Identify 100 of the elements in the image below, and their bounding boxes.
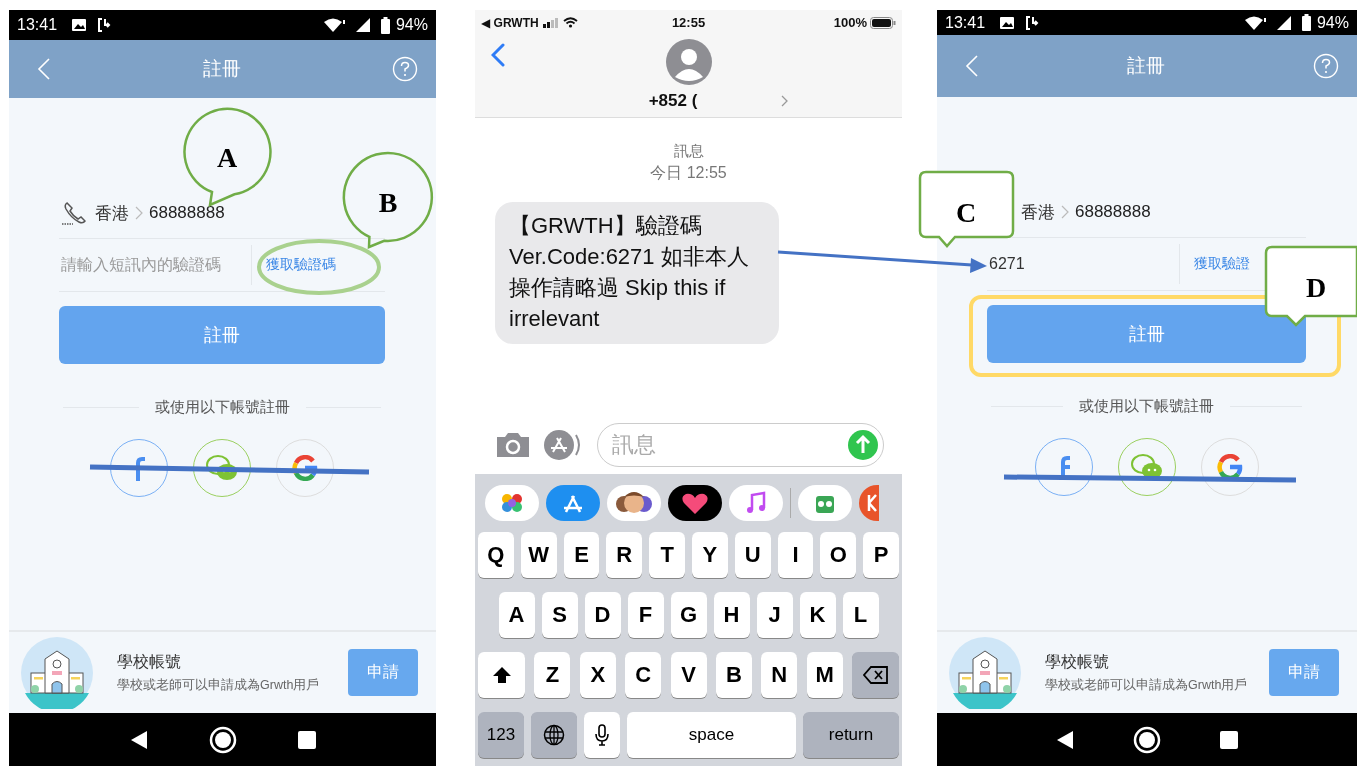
- battery-icon: [870, 16, 896, 29]
- keyboard-key[interactable]: S: [541, 592, 578, 638]
- phone-number: 68888888: [1075, 202, 1151, 222]
- callout-label: A: [216, 142, 238, 173]
- keyboard-key[interactable]: Z: [534, 652, 571, 698]
- callout-label: C: [955, 197, 977, 228]
- send-icon[interactable]: [848, 430, 878, 460]
- back-icon[interactable]: [129, 729, 148, 750]
- keyboard-key[interactable]: P: [863, 532, 899, 578]
- keyboard-key[interactable]: [584, 712, 620, 758]
- message-field[interactable]: 訊息: [597, 423, 884, 467]
- thread-label: 訊息: [673, 142, 704, 161]
- region-selector[interactable]: 香港: [1021, 200, 1055, 224]
- square-icon[interactable]: [1219, 730, 1238, 749]
- globe-icon: [543, 724, 565, 746]
- keyboard-key[interactable]: [852, 652, 899, 698]
- bracket-icon: [97, 17, 112, 33]
- keyboard-key[interactable]: Y: [692, 532, 728, 578]
- keyboard-key[interactable]: G: [670, 592, 707, 638]
- keyboard-key[interactable]: X: [579, 652, 616, 698]
- school-title: 學校帳號: [1045, 651, 1110, 672]
- chevron-icon: [1061, 205, 1069, 219]
- alt-login-text: 或使用以下帳號註冊: [1079, 397, 1214, 416]
- battery-level: 100%: [833, 15, 867, 30]
- microphone-icon: [595, 724, 609, 746]
- keyboard-key[interactable]: [478, 652, 525, 698]
- get-code-link[interactable]: 獲取驗證: [1194, 255, 1250, 273]
- help-icon[interactable]: [392, 56, 418, 82]
- battery-level: 94%: [395, 16, 428, 34]
- wifi-icon: [562, 17, 578, 28]
- google-icon: [1216, 454, 1243, 480]
- shift-icon: [491, 666, 512, 684]
- avatar-icon[interactable]: [665, 39, 712, 85]
- phone-number: 68888888: [149, 203, 225, 223]
- status-time: 13:41: [945, 13, 986, 32]
- signal-icon: [354, 17, 371, 33]
- keyboard-key[interactable]: C: [625, 652, 662, 698]
- get-code-link[interactable]: 獲取驗證碼: [266, 256, 336, 274]
- keyboard-key[interactable]: B: [715, 652, 752, 698]
- alt-login-text: 或使用以下帳號註冊: [154, 398, 290, 417]
- delete-icon: [862, 666, 889, 684]
- keyboard-key[interactable]: H: [713, 592, 750, 638]
- home-icon[interactable]: [1133, 725, 1161, 754]
- keyboard-key[interactable]: O: [820, 532, 857, 578]
- carrier-name: ◀ GRWTH: [481, 15, 539, 30]
- home-icon[interactable]: [208, 725, 237, 754]
- keyboard-key[interactable]: Q: [478, 532, 514, 578]
- keyboard-key[interactable]: A: [498, 592, 535, 638]
- message-bubble: 【GRWTH】驗證碼 Ver.Code:6271 如非本人操作請略過 Skip this if irrelevant: [495, 202, 779, 344]
- callout-label: D: [1305, 272, 1327, 303]
- keyboard-key[interactable]: K: [799, 592, 836, 638]
- keyboard-key[interactable]: space: [627, 712, 796, 758]
- keyboard-key[interactable]: V: [670, 652, 707, 698]
- chevron-icon: [781, 95, 789, 107]
- keyboard-key[interactable]: W: [520, 532, 557, 578]
- google-icon: [292, 455, 318, 481]
- message-timestamp: 今日 12:55: [650, 163, 727, 183]
- screen-title: 註冊: [202, 57, 241, 81]
- square-icon[interactable]: [297, 730, 316, 749]
- chevron-icon: [135, 206, 143, 220]
- battery-level: 94%: [1316, 13, 1349, 32]
- music-note-icon[interactable]: [729, 485, 783, 521]
- keyboard-key[interactable]: N: [761, 652, 798, 698]
- region-selector[interactable]: 香港: [95, 201, 129, 225]
- keyboard-key[interactable]: F: [627, 592, 664, 638]
- status-time: 13:41: [17, 16, 58, 34]
- camera-icon[interactable]: [495, 431, 531, 459]
- keyboard-key[interactable]: 123: [478, 712, 524, 758]
- keyboard-key[interactable]: U: [734, 532, 771, 578]
- app-store-icon[interactable]: [546, 485, 600, 521]
- callout-label: B: [378, 187, 398, 218]
- status-time: 12:55: [671, 15, 706, 30]
- letter-app-icon[interactable]: [859, 485, 879, 521]
- keyboard-key[interactable]: T: [649, 532, 685, 578]
- school-description: 學校或老師可以申請成為Grwth用戶: [117, 676, 321, 694]
- flower-icon[interactable]: [485, 485, 539, 521]
- battery-icon: [1301, 14, 1311, 31]
- keyboard-key[interactable]: D: [584, 592, 621, 638]
- code-field[interactable]: 6271: [987, 255, 1179, 273]
- image-icon: [999, 15, 1016, 30]
- help-icon[interactable]: [1313, 53, 1339, 79]
- keyboard-key[interactable]: L: [842, 592, 879, 638]
- code-field[interactable]: 請輸入短訊內的驗證碼: [59, 256, 251, 274]
- keyboard-key[interactable]: E: [563, 532, 600, 578]
- back-icon[interactable]: [1056, 729, 1075, 750]
- cartoon-people-icon[interactable]: [607, 485, 661, 521]
- keyboard-key[interactable]: R: [606, 532, 643, 578]
- keyboard-key[interactable]: J: [756, 592, 793, 638]
- wifi-icon: [1243, 14, 1266, 31]
- shopping-bag-icon[interactable]: [798, 485, 852, 521]
- bracket-icon: [1025, 14, 1040, 31]
- keyboard-key[interactable]: [531, 712, 577, 758]
- wifi-icon: [322, 17, 345, 33]
- chat-bubbles-icon: [205, 454, 239, 482]
- keyboard-key[interactable]: return: [803, 712, 899, 758]
- screen-title: 註冊: [1127, 54, 1165, 78]
- battery-icon: [380, 16, 390, 34]
- contact-number[interactable]: +852 (: [648, 91, 698, 111]
- keyboard-key[interactable]: M: [806, 652, 843, 698]
- keyboard-key[interactable]: I: [777, 532, 814, 578]
